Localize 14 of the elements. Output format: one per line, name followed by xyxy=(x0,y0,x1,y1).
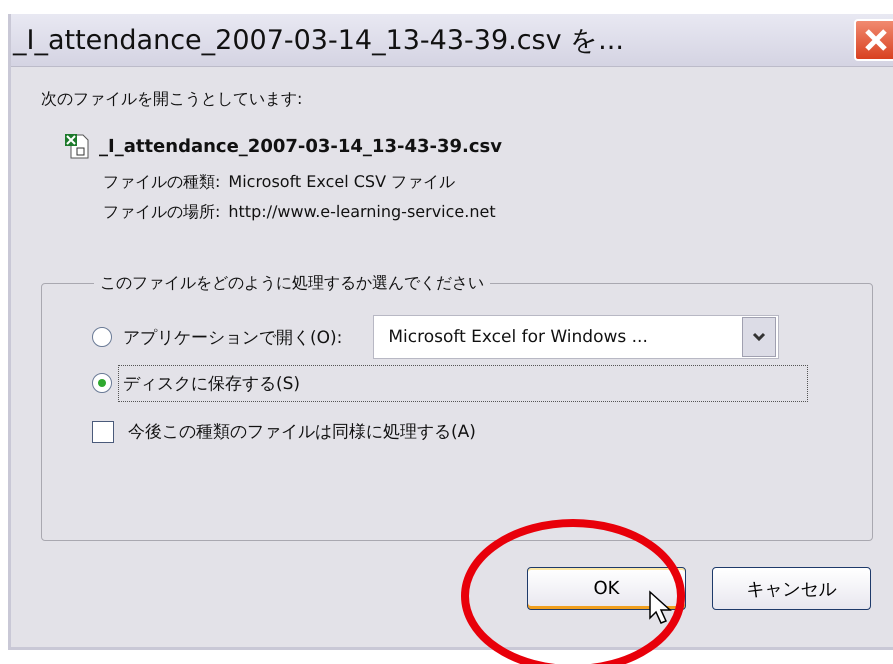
cancel-button[interactable]: キャンセル xyxy=(712,567,871,610)
type-label: ファイルの種類: xyxy=(103,172,220,193)
window-title: _I_attendance_2007-03-14_13-43-39.csv を... xyxy=(12,24,624,58)
location-label: ファイルの場所: xyxy=(103,202,220,223)
intro-text: 次のファイルを開こうとしています: xyxy=(41,89,304,110)
group-legend: このファイルをどのように処理するか選んでください xyxy=(94,273,490,294)
option-label[interactable]: ディスクに保存する(S) xyxy=(118,364,808,402)
application-dropdown[interactable]: Microsoft Excel for Windows ... xyxy=(373,315,780,359)
checkbox-label[interactable]: 今後この種類のファイルは同様に処理する(A) xyxy=(128,420,476,443)
ok-button[interactable]: OK xyxy=(527,567,686,610)
type-value: Microsoft Excel CSV ファイル xyxy=(228,172,456,193)
location-value: http://www.e-learning-service.net xyxy=(228,202,496,223)
option-label[interactable]: アプリケーションで開く(O): xyxy=(118,318,348,356)
file-name: _I_attendance_2007-03-14_13-43-39.csv xyxy=(99,136,502,156)
